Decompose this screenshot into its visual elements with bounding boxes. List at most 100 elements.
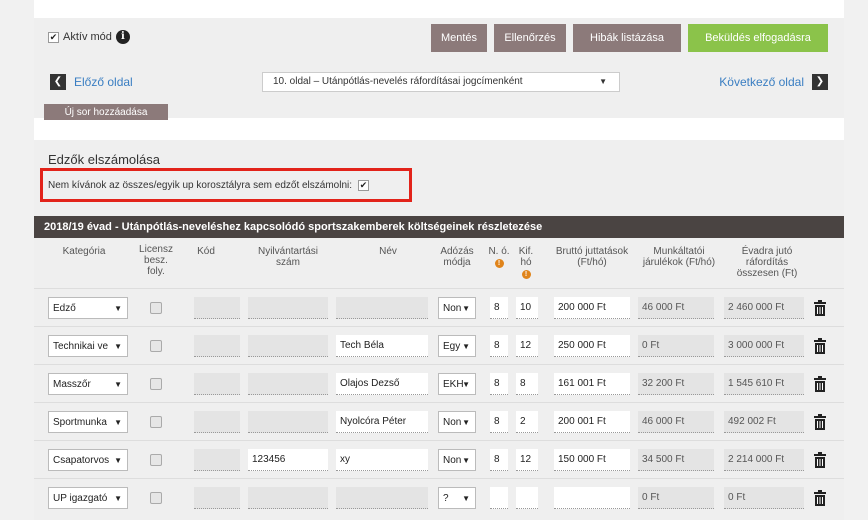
name-input[interactable]: Olajos Dezső <box>336 373 428 395</box>
warning-icon[interactable]: ! <box>521 270 531 279</box>
col-licensz: Licensz besz. foly. <box>139 244 173 277</box>
caret-down-icon: ▼ <box>462 304 470 313</box>
col-kategoria: Kategória <box>62 246 106 257</box>
nyilv-input[interactable] <box>248 297 328 319</box>
category-value: Edző <box>53 303 76 314</box>
prev-page-label: Előző oldal <box>74 75 133 89</box>
munkaltatoi-value: 46 000 Ft <box>638 411 714 433</box>
kifho-input[interactable]: 12 <box>516 335 538 357</box>
page-navigation: ❮ Előző oldal 10. oldal – Utánpótlás-nev… <box>34 66 844 100</box>
trash-icon[interactable] <box>814 338 826 354</box>
col-kod: Kód <box>197 246 215 257</box>
table-title: 2018/19 évad - Utánpótlás-neveléshez kap… <box>34 216 844 238</box>
kod-input[interactable] <box>194 335 240 357</box>
licensz-checkbox[interactable] <box>150 454 162 466</box>
trash-icon[interactable] <box>814 452 826 468</box>
caret-down-icon: ▼ <box>462 456 470 465</box>
category-select[interactable]: Technikai ve ▼ <box>48 335 128 357</box>
kifho-input[interactable]: 8 <box>516 373 538 395</box>
no-input[interactable]: 8 <box>490 411 508 433</box>
kod-input[interactable] <box>194 373 240 395</box>
chevron-right-icon: ❯ <box>812 74 828 90</box>
table-row: Technikai ve ▼ Tech Béla Egy ▼ 8 12 250 000 Ft 0… <box>34 326 844 364</box>
category-value: Sportmunka <box>53 417 107 428</box>
category-value: Masszőr <box>53 379 91 390</box>
chevron-left-icon: ❮ <box>50 74 66 90</box>
trash-icon[interactable] <box>814 376 826 392</box>
no-input[interactable]: 8 <box>490 335 508 357</box>
prev-page-link[interactable]: ❮ Előző oldal <box>50 74 133 90</box>
name-input[interactable]: Tech Béla <box>336 335 428 357</box>
tax-value: Non <box>443 303 462 314</box>
nyilv-input[interactable] <box>248 335 328 357</box>
no-input[interactable]: 8 <box>490 297 508 319</box>
list-errors-button[interactable]: Hibák listázása <box>573 24 681 52</box>
category-select[interactable]: Sportmunka ▼ <box>48 411 128 433</box>
warning-icon[interactable]: ! <box>494 259 504 268</box>
category-select[interactable]: Edző ▼ <box>48 297 128 319</box>
aktiv-mod-toggle[interactable]: ✔ Aktív mód i <box>48 30 130 44</box>
no-input[interactable] <box>490 487 508 509</box>
licensz-checkbox[interactable] <box>150 492 162 504</box>
nyilv-input[interactable] <box>248 373 328 395</box>
brutto-input[interactable]: 200 001 Ft <box>554 411 630 433</box>
trash-icon[interactable] <box>814 300 826 316</box>
tax-select[interactable]: Egy ▼ <box>438 335 476 357</box>
caret-down-icon: ▼ <box>114 418 122 427</box>
page-select[interactable]: 10. oldal – Utánpótlás-nevelés ráfordítá… <box>262 72 620 92</box>
evadra-value: 3 000 000 Ft <box>724 335 804 357</box>
tax-select[interactable]: ? ▼ <box>438 487 476 509</box>
kod-input[interactable] <box>194 297 240 319</box>
save-button[interactable]: Mentés <box>431 24 487 52</box>
licensz-checkbox[interactable] <box>150 378 162 390</box>
table-row: Sportmunka ▼ Nyolcóra Péter Non ▼ 8 2 200 001 F… <box>34 402 844 440</box>
name-input[interactable]: Nyolcóra Péter <box>336 411 428 433</box>
nyilv-input[interactable] <box>248 487 328 509</box>
category-select[interactable]: UP igazgató ▼ <box>48 487 128 509</box>
next-page-link[interactable]: Következő oldal ❯ <box>719 74 828 90</box>
trash-icon[interactable] <box>814 414 826 430</box>
brutto-input[interactable]: 161 001 Ft <box>554 373 630 395</box>
name-input[interactable] <box>336 487 428 509</box>
kod-input[interactable] <box>194 487 240 509</box>
category-select[interactable]: Masszőr ▼ <box>48 373 128 395</box>
kifho-input[interactable] <box>516 487 538 509</box>
category-select[interactable]: Csapatorvos ▼ <box>48 449 128 471</box>
kod-input[interactable] <box>194 449 240 471</box>
licensz-checkbox[interactable] <box>150 340 162 352</box>
brutto-input[interactable] <box>554 487 630 509</box>
name-input[interactable] <box>336 297 428 319</box>
submit-button[interactable]: Beküldés elfogadásra <box>688 24 828 52</box>
aktiv-mod-checkbox[interactable]: ✔ <box>48 31 59 43</box>
tax-select[interactable]: Non ▼ <box>438 297 476 319</box>
tax-value: Non <box>443 455 462 466</box>
nyilv-input[interactable]: 123456 <box>248 449 328 471</box>
licensz-checkbox[interactable] <box>150 416 162 428</box>
next-page-label: Következő oldal <box>719 75 804 89</box>
munkaltatoi-value: 0 Ft <box>638 487 714 509</box>
tax-select[interactable]: EKH ▼ <box>438 373 476 395</box>
trash-icon[interactable] <box>814 490 826 506</box>
kod-input[interactable] <box>194 411 240 433</box>
category-value: Csapatorvos <box>53 455 110 466</box>
evadra-value: 492 002 Ft <box>724 411 804 433</box>
toolbar: ✔ Aktív mód i Mentés Ellenőrzés Hibák li… <box>34 18 844 120</box>
kifho-input[interactable]: 10 <box>516 297 538 319</box>
section-title: Edzők elszámolása <box>48 152 160 167</box>
table-row: Csapatorvos ▼ 123456 xy Non ▼ 8 12 150 000 Ft 34 … <box>34 440 844 478</box>
check-button[interactable]: Ellenőrzés <box>494 24 566 52</box>
no-input[interactable]: 8 <box>490 373 508 395</box>
kifho-input[interactable]: 2 <box>516 411 538 433</box>
nyilv-input[interactable] <box>248 411 328 433</box>
tax-select[interactable]: Non ▼ <box>438 411 476 433</box>
brutto-input[interactable]: 250 000 Ft <box>554 335 630 357</box>
tax-select[interactable]: Non ▼ <box>438 449 476 471</box>
info-icon[interactable]: i <box>115 30 130 44</box>
brutto-input[interactable]: 150 000 Ft <box>554 449 630 471</box>
no-input[interactable]: 8 <box>490 449 508 471</box>
add-row-button[interactable]: Új sor hozzáadása <box>44 104 168 120</box>
brutto-input[interactable]: 200 000 Ft <box>554 297 630 319</box>
kifho-input[interactable]: 12 <box>516 449 538 471</box>
licensz-checkbox[interactable] <box>150 302 162 314</box>
name-input[interactable]: xy <box>336 449 428 471</box>
